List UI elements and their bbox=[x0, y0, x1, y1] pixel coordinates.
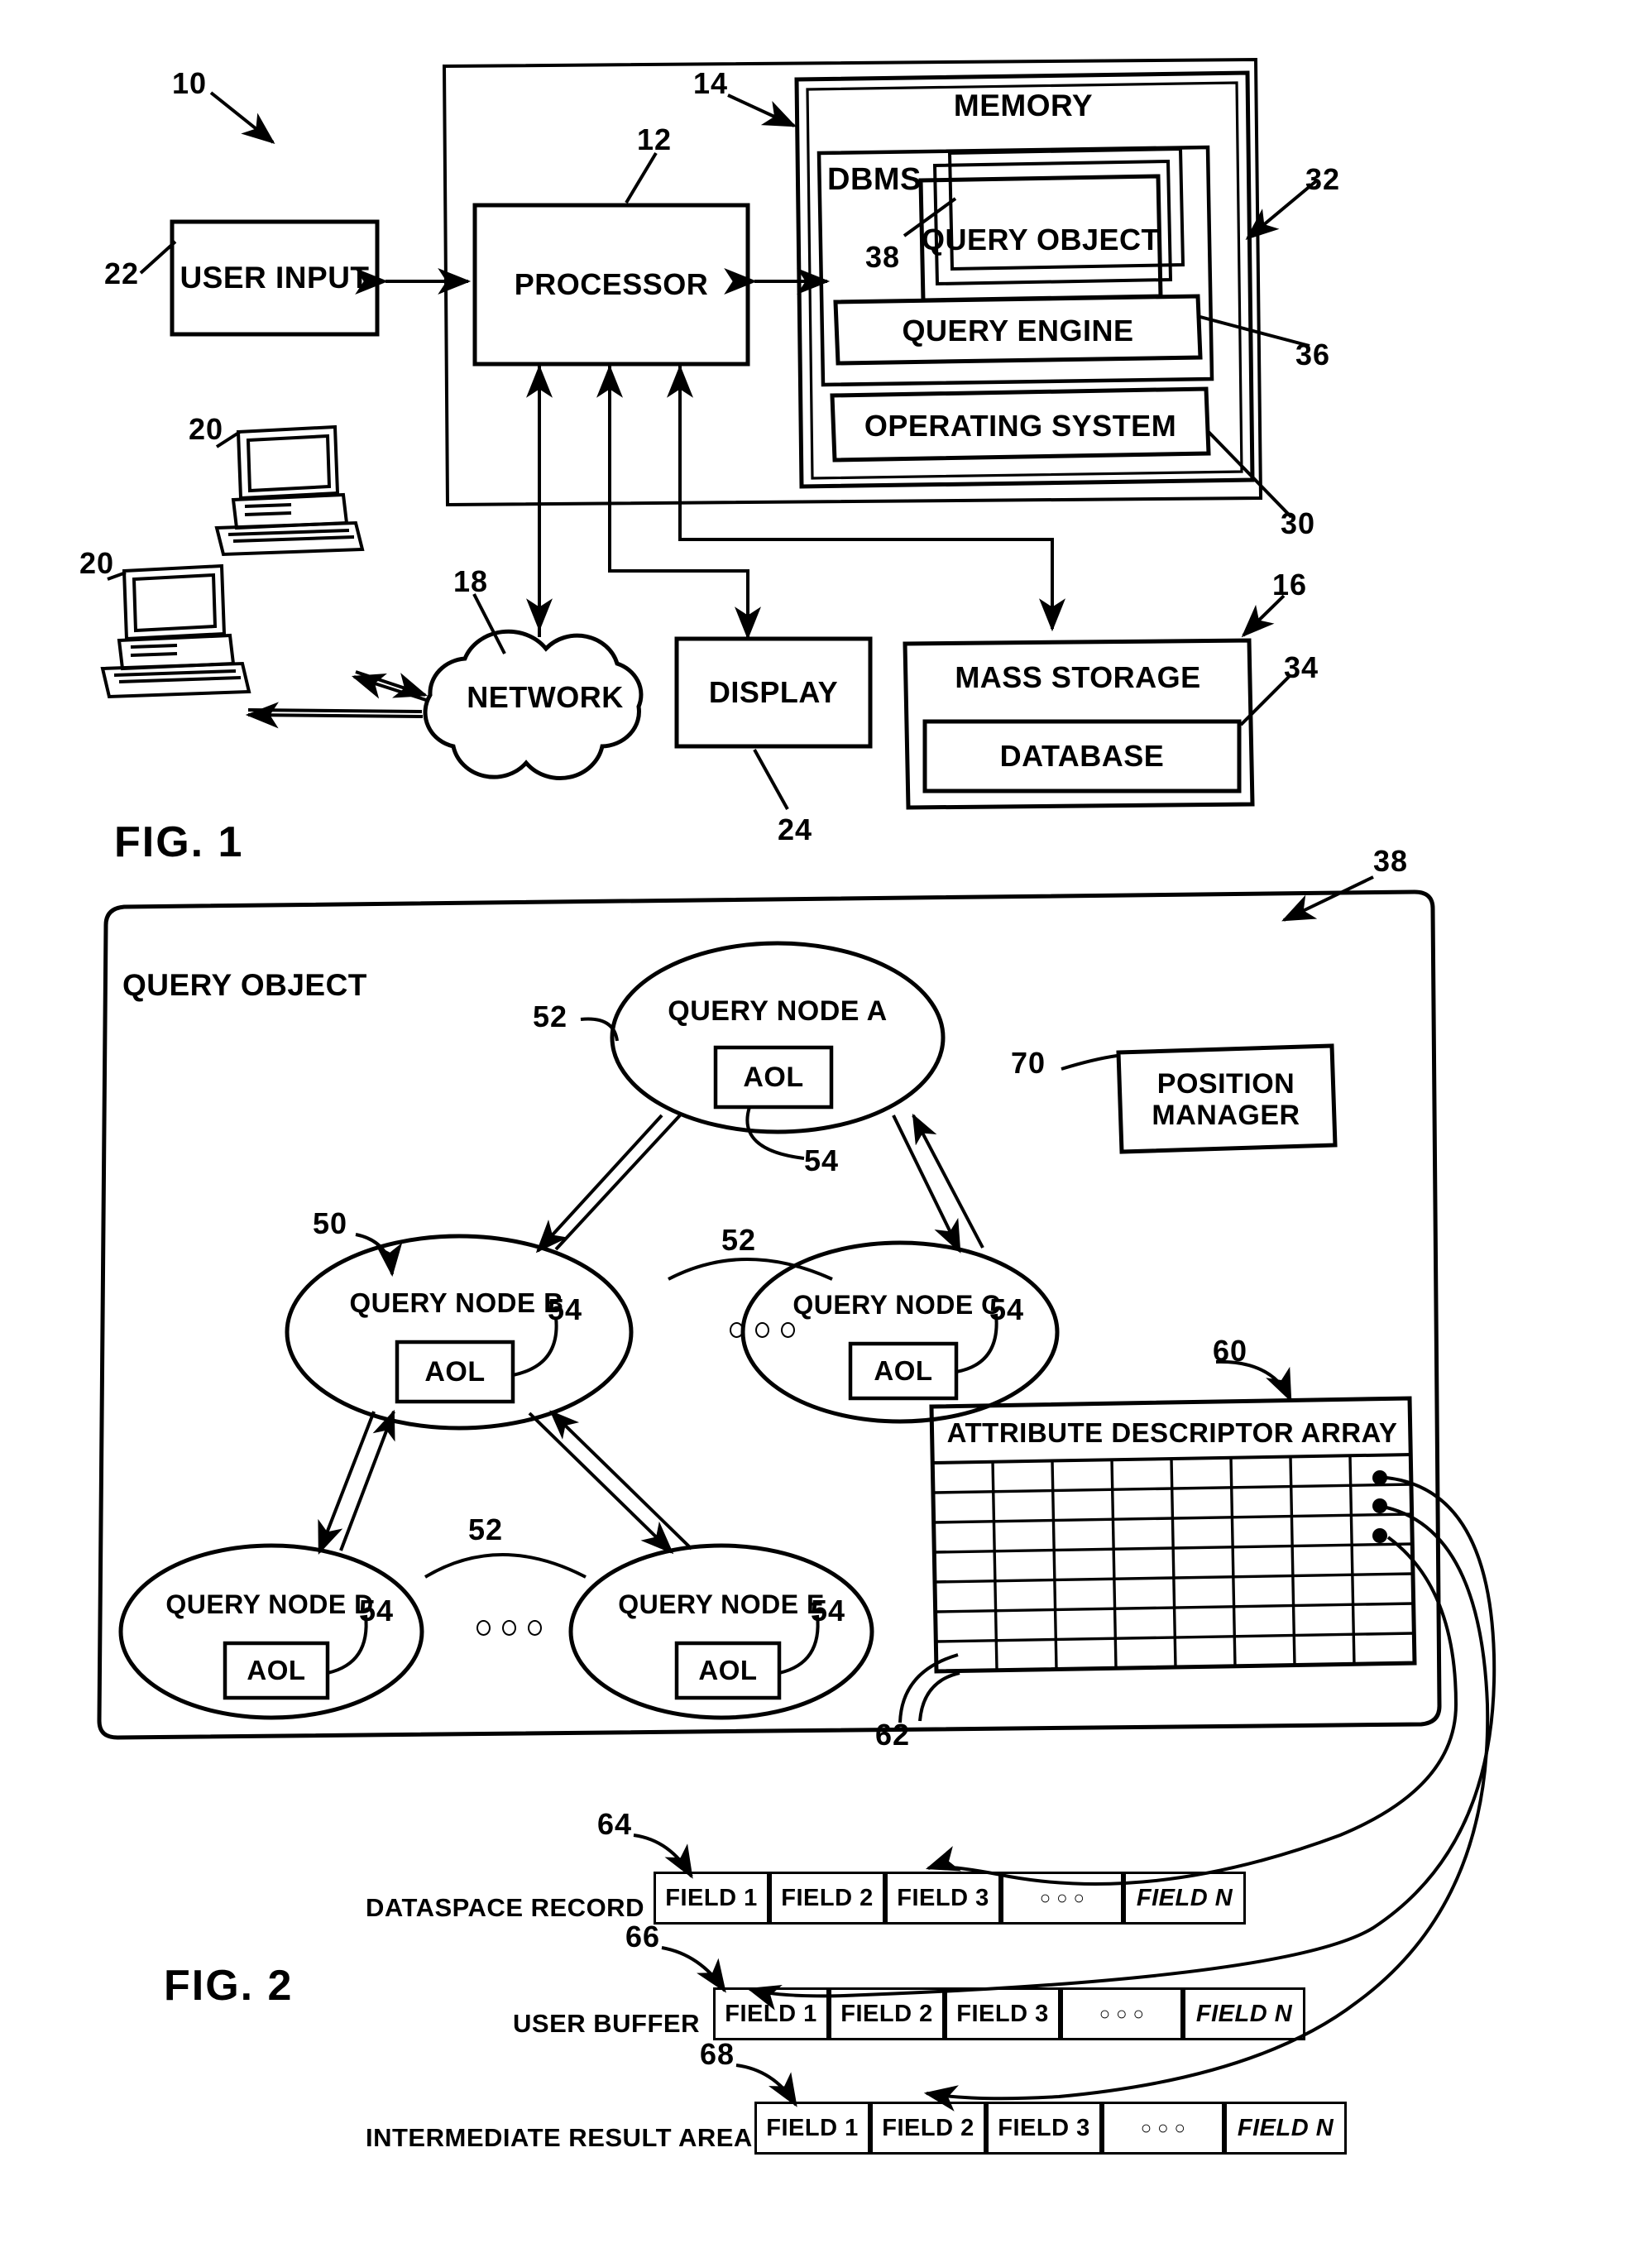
query-node-d-title: QUERY NODE D bbox=[165, 1589, 374, 1620]
intermediate-field-n: FIELD N bbox=[1224, 2102, 1347, 2155]
dataspace-field-3: FIELD 3 bbox=[885, 1872, 1001, 1925]
dbms-label: DBMS bbox=[827, 162, 922, 197]
ref-54-b: 54 bbox=[548, 1292, 583, 1326]
ref-52-a: 52 bbox=[533, 999, 568, 1033]
query-engine-label: QUERY ENGINE bbox=[902, 314, 1134, 348]
intermediate-field-3: FIELD 3 bbox=[986, 2102, 1102, 2155]
ref-52-c: 52 bbox=[468, 1512, 504, 1546]
mass-storage-label: MASS STORAGE bbox=[955, 659, 1201, 694]
user-input-label: USER INPUT bbox=[180, 261, 370, 295]
ref-54-d: 54 bbox=[359, 1594, 395, 1627]
intermediate-field-ellipsis: ○ ○ ○ bbox=[1102, 2102, 1224, 2155]
figure-1-label: FIG. 1 bbox=[114, 818, 244, 866]
ref-16: 16 bbox=[1272, 568, 1308, 602]
ref-12: 12 bbox=[637, 122, 673, 156]
query-node-c-aol: AOL bbox=[874, 1354, 933, 1386]
ref-10: 10 bbox=[172, 66, 208, 100]
ellipsis-d-e bbox=[476, 1620, 542, 1636]
query-node-e-title: QUERY NODE E bbox=[618, 1589, 825, 1620]
ref-22: 22 bbox=[104, 256, 140, 290]
dataspace-field-n: FIELD N bbox=[1123, 1872, 1246, 1925]
ref-20-lower: 20 bbox=[79, 546, 115, 580]
query-node-b-aol: AOL bbox=[424, 1355, 486, 1388]
ref-34: 34 bbox=[1284, 650, 1319, 684]
user-input-block: USER INPUT bbox=[172, 222, 377, 334]
ref-38-fig2: 38 bbox=[1373, 844, 1409, 878]
network-cloud: NETWORK bbox=[430, 672, 660, 723]
user-buffer-field-1: FIELD 1 bbox=[713, 1987, 829, 2040]
network-label: NETWORK bbox=[467, 679, 624, 714]
ref-50: 50 bbox=[313, 1206, 348, 1240]
processor-block: PROCESSOR bbox=[475, 205, 748, 364]
intermediate-field-1: FIELD 1 bbox=[754, 2102, 870, 2155]
database-label: DATABASE bbox=[999, 738, 1165, 773]
display-label: DISPLAY bbox=[708, 674, 839, 709]
ref-24: 24 bbox=[778, 813, 813, 846]
intermediate-field-2: FIELD 2 bbox=[870, 2102, 986, 2155]
attribute-descriptor-array-title: ATTRIBUTE DESCRIPTOR ARRAY bbox=[946, 1417, 1398, 1448]
ref-18: 18 bbox=[453, 564, 489, 598]
dataspace-field-2: FIELD 2 bbox=[769, 1872, 885, 1925]
ref-38-fig1: 38 bbox=[865, 240, 901, 274]
operating-system-block: OPERATING SYSTEM bbox=[832, 394, 1209, 458]
user-buffer-field-n: FIELD N bbox=[1183, 1987, 1305, 2040]
ref-60: 60 bbox=[1213, 1334, 1248, 1368]
query-node-b-title: QUERY NODE B bbox=[349, 1287, 564, 1318]
dataspace-field-1: FIELD 1 bbox=[654, 1872, 769, 1925]
query-object-block-fig1: QUERY OBJECT bbox=[921, 180, 1161, 300]
query-node-a-aol: AOL bbox=[743, 1061, 804, 1093]
query-node-a-title: QUERY NODE A bbox=[668, 995, 888, 1027]
operating-system-label: OPERATING SYSTEM bbox=[864, 408, 1177, 443]
memory-label: MEMORY bbox=[953, 89, 1094, 123]
memory-block-title: MEMORY bbox=[797, 83, 1250, 129]
ref-70: 70 bbox=[1011, 1046, 1046, 1080]
intermediate-result-area-label: INTERMEDIATE RESULT AREA bbox=[366, 2123, 753, 2152]
display-block: DISPLAY bbox=[677, 639, 870, 746]
ref-14: 14 bbox=[693, 66, 729, 100]
ref-30: 30 bbox=[1281, 506, 1316, 540]
ref-54-c: 54 bbox=[989, 1292, 1025, 1326]
dataspace-field-ellipsis: ○ ○ ○ bbox=[1001, 1872, 1123, 1925]
ref-20-upper: 20 bbox=[189, 412, 224, 446]
query-object-container-label: QUERY OBJECT bbox=[122, 968, 367, 1002]
ref-54-e: 54 bbox=[811, 1594, 846, 1627]
ref-62: 62 bbox=[875, 1718, 911, 1752]
figure-2-label: FIG. 2 bbox=[164, 1962, 294, 2010]
user-buffer-field-ellipsis: ○ ○ ○ bbox=[1061, 1987, 1183, 2040]
ref-68: 68 bbox=[700, 2037, 735, 2071]
ref-66: 66 bbox=[625, 1920, 661, 1953]
ref-36: 36 bbox=[1295, 338, 1331, 372]
query-node-d-aol: AOL bbox=[247, 1654, 306, 1685]
position-manager-block: POSITION MANAGER bbox=[1152, 1067, 1300, 1131]
query-node-c-title: QUERY NODE C bbox=[792, 1290, 1001, 1321]
ref-54-a: 54 bbox=[804, 1143, 840, 1177]
dataspace-record-label: DATASPACE RECORD bbox=[366, 1893, 644, 1922]
patent-drawing-sheet: FIG. 1 USER INPUT PROCESSOR MEMORY DBMS … bbox=[0, 0, 1652, 2253]
ref-32: 32 bbox=[1305, 162, 1341, 196]
user-buffer-field-2: FIELD 2 bbox=[829, 1987, 945, 2040]
query-engine-block: QUERY ENGINE bbox=[836, 300, 1200, 363]
user-buffer-field-3: FIELD 3 bbox=[945, 1987, 1061, 2040]
database-block: DATABASE bbox=[925, 721, 1239, 791]
ref-52-b: 52 bbox=[721, 1223, 757, 1257]
ref-64: 64 bbox=[597, 1807, 633, 1841]
user-buffer-label: USER BUFFER bbox=[513, 2009, 700, 2038]
mass-storage-block: MASS STORAGE bbox=[905, 652, 1251, 703]
processor-label: PROCESSOR bbox=[514, 266, 709, 301]
query-node-e-aol: AOL bbox=[698, 1654, 758, 1685]
ellipsis-b-c bbox=[730, 1322, 795, 1338]
query-object-label-fig1: QUERY OBJECT bbox=[921, 223, 1161, 257]
